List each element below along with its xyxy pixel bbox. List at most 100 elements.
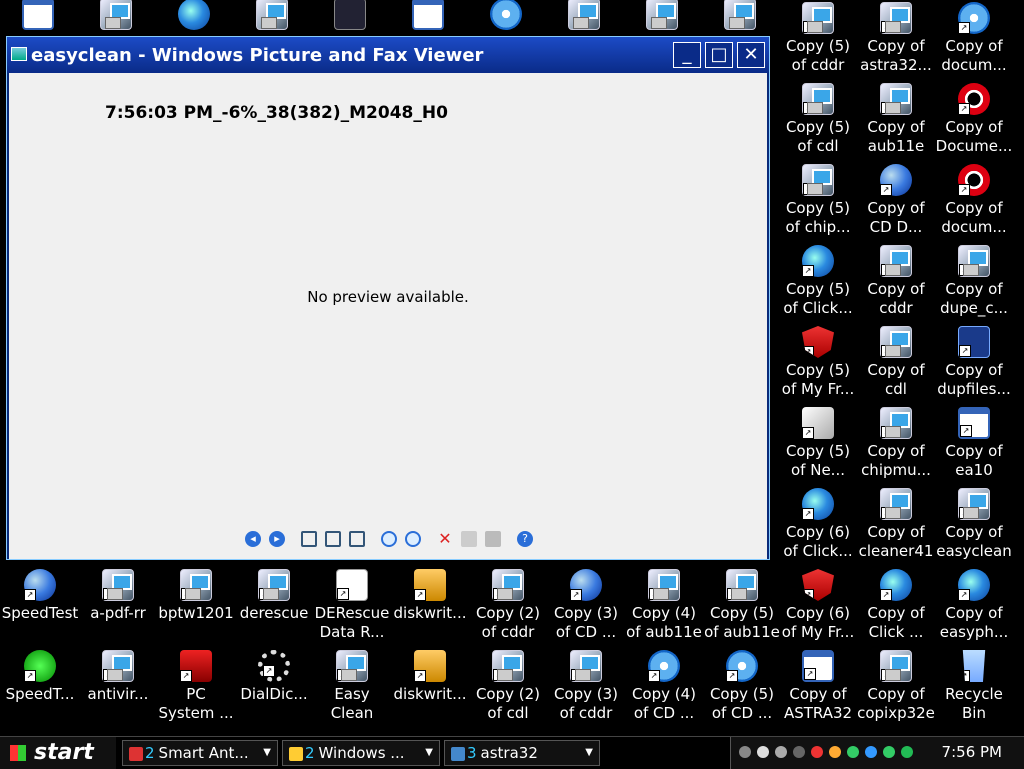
- desktop-icon[interactable]: [100, 0, 136, 32]
- desktop-icon[interactable]: [22, 0, 58, 32]
- desktop-icon[interactable]: ↗ Copy (5) of cddr: [778, 0, 858, 80]
- tray-icon[interactable]: [883, 746, 895, 758]
- tray-icon[interactable]: [757, 746, 769, 758]
- desktop-icon-label: Copy of copixp32e: [857, 685, 935, 722]
- desktop-icon[interactable]: [178, 0, 214, 32]
- desktop-icon[interactable]: ↗ Copy (5) of cdl: [778, 81, 858, 161]
- taskbar-button[interactable]: 2 Windows ... ▼: [282, 740, 440, 766]
- desktop-icon[interactable]: ↗ Copy (6) of My Fr...: [778, 567, 858, 647]
- tray-icon[interactable]: [901, 746, 913, 758]
- desktop-icon[interactable]: ↗ Copy (5) of aub11e: [702, 567, 782, 647]
- desktop-icon[interactable]: [490, 0, 526, 32]
- tray-icon[interactable]: [829, 746, 841, 758]
- desktop-icon[interactable]: ↗ Copy (5) of Ne...: [778, 405, 858, 485]
- desktop-icon[interactable]: ↗ Copy of aub11e: [856, 81, 936, 161]
- print-icon[interactable]: [461, 531, 477, 547]
- desktop-icon[interactable]: ↗ Copy (2) of cdl: [468, 648, 548, 728]
- desktop-icon[interactable]: [568, 0, 604, 32]
- best-fit-icon[interactable]: [301, 531, 317, 547]
- desktop-icon[interactable]: ↗ Copy of dupfiles...: [934, 324, 1014, 404]
- previous-image-icon[interactable]: ◂: [245, 531, 261, 547]
- desktop-icon[interactable]: [646, 0, 682, 32]
- zoom-out-icon[interactable]: [405, 531, 421, 547]
- desktop-icon[interactable]: ↗ Copy of copixp32e: [856, 648, 936, 728]
- start-button[interactable]: start: [0, 737, 116, 769]
- task-label: astra32: [480, 744, 538, 762]
- chevron-down-icon: ▼: [425, 747, 433, 758]
- desktop-icon[interactable]: ↗ Copy (4) of aub11e: [624, 567, 704, 647]
- desktop-icon[interactable]: [256, 0, 292, 32]
- desktop-icon[interactable]: ↗ Copy of docum...: [934, 162, 1014, 242]
- desktop-icon[interactable]: ↗ Copy of Click ...: [856, 567, 936, 647]
- help-icon[interactable]: ?: [517, 531, 533, 547]
- desktop-icon[interactable]: ↗ SpeedTest: [0, 567, 80, 647]
- copy-to-icon[interactable]: [485, 531, 501, 547]
- desktop-icon[interactable]: ↗ Copy of ea10: [934, 405, 1014, 485]
- desktop-icon[interactable]: ↗ Copy of CD D...: [856, 162, 936, 242]
- tray-icon[interactable]: [847, 746, 859, 758]
- desktop-icon[interactable]: ↗ derescue: [234, 567, 314, 647]
- blueswirl-icon: ↗: [802, 245, 834, 277]
- desktop-icon[interactable]: ↗ Copy (3) of cddr: [546, 648, 626, 728]
- desktop-icon[interactable]: ↗ Copy (3) of CD ...: [546, 567, 626, 647]
- setup-icon: ↗: [880, 2, 912, 34]
- desktop-icon[interactable]: ↗ Copy of cddr: [856, 243, 936, 323]
- desktop-icon-label: Easy Clean: [330, 685, 374, 722]
- tray-icon[interactable]: [865, 746, 877, 758]
- desktop-icon[interactable]: ↗ diskwrit...: [390, 567, 470, 647]
- desktop-icon[interactable]: ↗ Copy (6) of Click...: [778, 486, 858, 566]
- setup-icon: [100, 0, 132, 30]
- desktop-icon[interactable]: ↗ Copy (5) of Click...: [778, 243, 858, 323]
- desktop-icon[interactable]: ↗ Recycle Bin: [934, 648, 1014, 728]
- desktop-icon[interactable]: ↗ DialDic...: [234, 648, 314, 728]
- tray-icon[interactable]: [811, 746, 823, 758]
- desktop-icon-label: Copy (5) of chip...: [785, 199, 851, 236]
- desktop-icon[interactable]: ↗ Copy of dupe_c...: [934, 243, 1014, 323]
- desktop-icon[interactable]: ↗ diskwrit...: [390, 648, 470, 728]
- minimize-button[interactable]: _: [673, 42, 701, 68]
- desktop-icon[interactable]: ↗ Copy of ASTRA32: [778, 648, 858, 728]
- shortcut-arrow-icon: ↗: [962, 670, 970, 682]
- zoom-in-icon[interactable]: [381, 531, 397, 547]
- desktop-icon[interactable]: ↗ Copy of docum...: [934, 0, 1014, 80]
- taskbar-button[interactable]: 3 astra32 ▼: [444, 740, 600, 766]
- desktop-icon[interactable]: ↗ bptw1201: [156, 567, 236, 647]
- desktop-icon[interactable]: ↗ Copy (5) of My Fr...: [778, 324, 858, 404]
- desktop-icon[interactable]: ↗ Copy of cleaner41: [856, 486, 936, 566]
- slideshow-icon[interactable]: [349, 531, 365, 547]
- desktop-icon[interactable]: ↗ Copy of easyph...: [934, 567, 1014, 647]
- desktop-icon[interactable]: ↗ Copy (5) of CD ...: [702, 648, 782, 728]
- desktop-icon[interactable]: ↗ antivir...: [78, 648, 158, 728]
- desktop-icon[interactable]: ↗ Copy of Docume...: [934, 81, 1014, 161]
- taskbar-button[interactable]: 2 Smart Ant... ▼: [122, 740, 278, 766]
- title-bar[interactable]: easyclean - Windows Picture and Fax View…: [7, 37, 769, 73]
- maximize-button[interactable]: □: [705, 42, 733, 68]
- tray-icon[interactable]: [793, 746, 805, 758]
- picture-viewer-window[interactable]: easyclean - Windows Picture and Fax View…: [6, 36, 770, 560]
- delete-icon[interactable]: ✕: [437, 531, 453, 547]
- desktop-icon[interactable]: ↗ PC System ...: [156, 648, 236, 728]
- setup-icon: [256, 0, 288, 30]
- next-image-icon[interactable]: ▸: [269, 531, 285, 547]
- desktop-icon[interactable]: ↗ Copy of astra32...: [856, 0, 936, 80]
- file-name-label: 7:56:03 PM_-6%_38(382)_M2048_H0: [105, 103, 448, 123]
- desktop-icon[interactable]: ↗ Copy of chipmu...: [856, 405, 936, 485]
- actual-size-icon[interactable]: [325, 531, 341, 547]
- tray-icon[interactable]: [775, 746, 787, 758]
- viewer-toolbar: ◂ ▸ ✕ ?: [245, 531, 545, 551]
- desktop-icon[interactable]: ↗ Copy (5) of chip...: [778, 162, 858, 242]
- desktop-icon[interactable]: ↗ DERescue Data R...: [312, 567, 392, 647]
- desktop-icon[interactable]: ↗ Copy of cdl: [856, 324, 936, 404]
- close-button[interactable]: ✕: [737, 42, 765, 68]
- desktop-icon[interactable]: [334, 0, 370, 32]
- desktop-icon[interactable]: ↗ Copy (2) of cddr: [468, 567, 548, 647]
- desktop-icon[interactable]: ↗ a-pdf-rr: [78, 567, 158, 647]
- desktop-icon[interactable]: ↗ Copy of easyclean: [934, 486, 1014, 566]
- desktop-icon[interactable]: [724, 0, 760, 32]
- clock[interactable]: 7:56 PM: [942, 743, 1002, 761]
- tray-icon[interactable]: [739, 746, 751, 758]
- desktop-icon[interactable]: ↗ SpeedT...: [0, 648, 80, 728]
- desktop-icon[interactable]: ↗ Copy (4) of CD ...: [624, 648, 704, 728]
- desktop-icon[interactable]: ↗ Easy Clean: [312, 648, 392, 728]
- desktop-icon[interactable]: [412, 0, 448, 32]
